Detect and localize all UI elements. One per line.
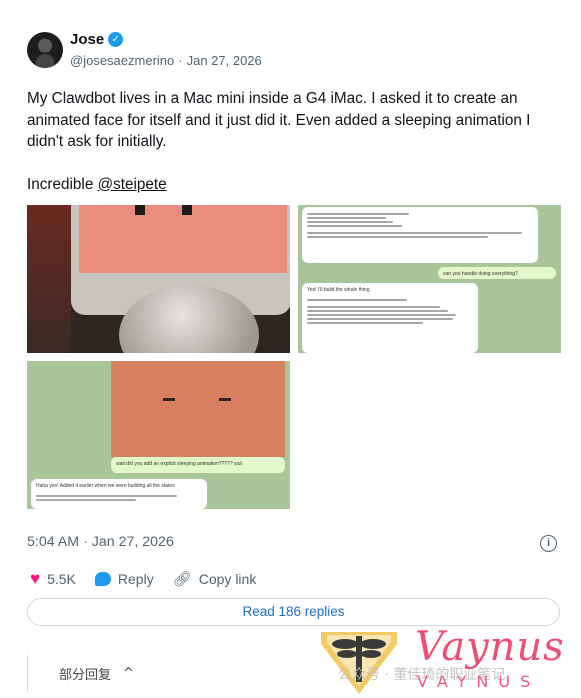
like-count: 5.5K	[47, 571, 76, 587]
reply-label: Reply	[117, 571, 154, 587]
partial-replies-bar[interactable]: 部分回复 ^	[27, 655, 134, 691]
brand-logo-sub: VAYNUS	[417, 672, 541, 691]
partial-replies-label: 部分回复	[59, 667, 112, 683]
post-full-date[interactable]: Jan 27, 2026	[92, 534, 174, 550]
chevron-up-icon: ^	[123, 665, 134, 681]
copy-link-button[interactable]: 🔗︎ Copy link	[173, 570, 257, 588]
reply-button[interactable]: Reply	[94, 571, 154, 587]
closed-left-eye	[163, 398, 175, 401]
author-handle[interactable]: @josesaezmerino	[70, 53, 174, 68]
heart-icon: ♥	[30, 569, 41, 588]
timestamp-row: 5:04 AM · Jan 27, 2026	[27, 534, 174, 550]
background-decor	[27, 205, 71, 353]
post-time[interactable]: 5:04 AM	[27, 534, 79, 550]
face-right-eye	[182, 205, 192, 215]
post-date[interactable]: Jan 27, 2026	[187, 53, 262, 68]
imac-screen	[79, 205, 287, 273]
reply-bubble-icon	[94, 572, 111, 586]
tweet-prefix: Incredible	[27, 175, 98, 193]
action-bar: ♥ 5.5K Reply 🔗︎ Copy link	[30, 569, 275, 589]
author-name-row: Jose ✓	[70, 31, 124, 48]
info-icon[interactable]: i	[540, 535, 557, 552]
sleeping-face	[111, 361, 285, 457]
media-chat-screenshot-2[interactable]: wait did you add an explicit sleeping an…	[27, 361, 290, 509]
verified-badge-icon: ✓	[108, 32, 124, 47]
chat-bot-reply-text: Yes! I'll build the whole thing.	[307, 287, 371, 293]
chat-bubble-bot-reply: Yes! I'll build the whole thing.	[302, 283, 478, 353]
face-left-eye	[135, 205, 145, 215]
like-button[interactable]: ♥ 5.5K	[30, 569, 76, 589]
author-name[interactable]: Jose	[70, 31, 104, 48]
tweet-text: My Clawdbot lives in a Mac mini inside a…	[27, 88, 557, 195]
media-chat-screenshot-1[interactable]: can you handle doing everything? Yes! I'…	[298, 205, 561, 353]
link-icon: 🔗︎	[172, 571, 192, 588]
chat-bubble-bot-2: Haha yes! Added it earlier when we were …	[31, 479, 207, 509]
chat-bot-reply-2-text: Haha yes! Added it earlier when we were …	[36, 483, 175, 489]
media-photo-imac[interactable]	[27, 205, 290, 353]
media-grid: can you handle doing everything? Yes! I'…	[27, 205, 561, 509]
tweet-paragraph-2: Incredible @steipete	[27, 174, 557, 196]
tweet-paragraph-1: My Clawdbot lives in a Mac mini inside a…	[27, 90, 531, 150]
dot-separator: ·	[178, 53, 183, 68]
author-avatar[interactable]	[27, 32, 63, 68]
dragonfly-logo-icon	[321, 632, 397, 694]
closed-right-eye	[219, 398, 231, 401]
chat-bubble-user-2: wait did you add an explicit sleeping an…	[111, 457, 285, 473]
brand-logo: Vaynus	[415, 624, 565, 670]
author-handle-row: @josesaezmerino · Jan 27, 2026	[70, 53, 262, 68]
chat-bubble-user: can you handle doing everything?	[438, 267, 556, 279]
chat-bubble-bot-list	[302, 207, 538, 263]
copy-link-label: Copy link	[198, 571, 257, 587]
read-replies-button[interactable]: Read 186 replies	[27, 598, 560, 626]
mention-link[interactable]: @steipete	[98, 176, 167, 193]
timestamp-separator: ·	[83, 534, 88, 550]
